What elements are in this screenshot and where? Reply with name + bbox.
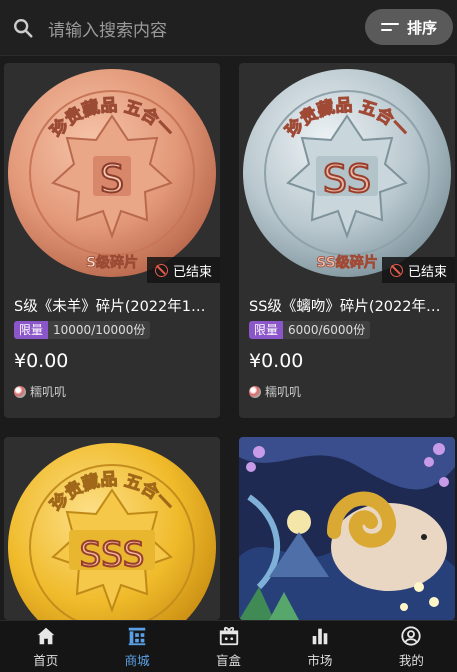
price: ¥0.00	[249, 350, 304, 372]
blindbox-icon	[219, 626, 238, 645]
coin-letters: S	[100, 157, 124, 201]
coin-bottom-text: SS级碎片	[316, 254, 378, 271]
nav-market[interactable]: 市场	[274, 621, 365, 672]
nav-label: 我的	[398, 652, 424, 668]
market-icon	[312, 628, 328, 644]
nav-blindbox[interactable]: 盲盒	[183, 621, 274, 672]
nav-home[interactable]: 首页	[0, 621, 91, 672]
stock-tags: 限量 6000/6000份	[249, 321, 371, 339]
sort-label: 排序	[406, 18, 437, 37]
top-bar: 请输入搜索内容 排序	[0, 0, 457, 56]
nav-label: 盲盒	[216, 652, 242, 668]
coin-bottom-text: S级碎片	[86, 254, 138, 271]
coin-letters: SS	[323, 157, 371, 201]
limited-tag: 限量	[249, 321, 284, 339]
home-icon	[37, 627, 54, 644]
card-title: SS级《螭吻》碎片(2022年10月)	[249, 299, 449, 315]
status-badge: 已结束	[381, 257, 455, 283]
bottom-nav: 首页 商城 盲盒 市场 我的	[0, 620, 457, 672]
coin-image: SS 珍贵藏品 五合一 SS级碎片	[239, 63, 455, 283]
product-card[interactable]: SSS 珍贵藏品 五合一	[4, 437, 220, 620]
ban-icon	[389, 263, 403, 277]
ban-icon	[154, 263, 168, 277]
nav-label: 市场	[307, 652, 333, 668]
coin-image: SSS 珍贵藏品 五合一	[4, 437, 220, 620]
card-title: S级《未羊》碎片(2022年10月)	[14, 299, 214, 315]
store-icon	[128, 627, 146, 645]
limited-tag: 限量	[14, 321, 49, 339]
product-card[interactable]: SS 珍贵藏品 五合一 SS级碎片 已结束 SS级《螭吻》碎片(2022年10月…	[239, 63, 455, 418]
coin-image: S 珍贵藏品 五合一 S级碎片	[4, 63, 220, 283]
search-input[interactable]: 请输入搜索内容	[48, 16, 167, 41]
author: 糯叽叽	[249, 383, 301, 400]
profile-icon	[401, 625, 421, 646]
author: 糯叽叽	[14, 383, 66, 400]
nav-label: 首页	[33, 652, 59, 668]
search-icon	[14, 19, 33, 38]
ram-artwork	[239, 437, 455, 620]
nav-store[interactable]: 商城	[91, 621, 182, 672]
sort-icon	[380, 21, 399, 33]
avatar	[14, 385, 26, 398]
nav-profile[interactable]: 我的	[366, 621, 457, 672]
search-bar[interactable]: 请输入搜索内容	[12, 10, 352, 46]
stock-count: 6000/6000份	[283, 321, 371, 339]
product-card[interactable]	[239, 437, 455, 620]
status-badge: 已结束	[146, 257, 220, 283]
price: ¥0.00	[14, 350, 69, 372]
nav-label: 商城	[124, 652, 150, 668]
avatar	[249, 385, 261, 398]
coin-letters: SSS	[80, 535, 145, 575]
stock-count: 10000/10000份	[48, 321, 151, 339]
stock-tags: 限量 10000/10000份	[14, 321, 151, 339]
sort-button[interactable]: 排序	[365, 9, 453, 45]
product-card[interactable]: S 珍贵藏品 五合一 S级碎片 已结束 S级《未羊》碎片(2022年10月) 限…	[4, 63, 220, 418]
